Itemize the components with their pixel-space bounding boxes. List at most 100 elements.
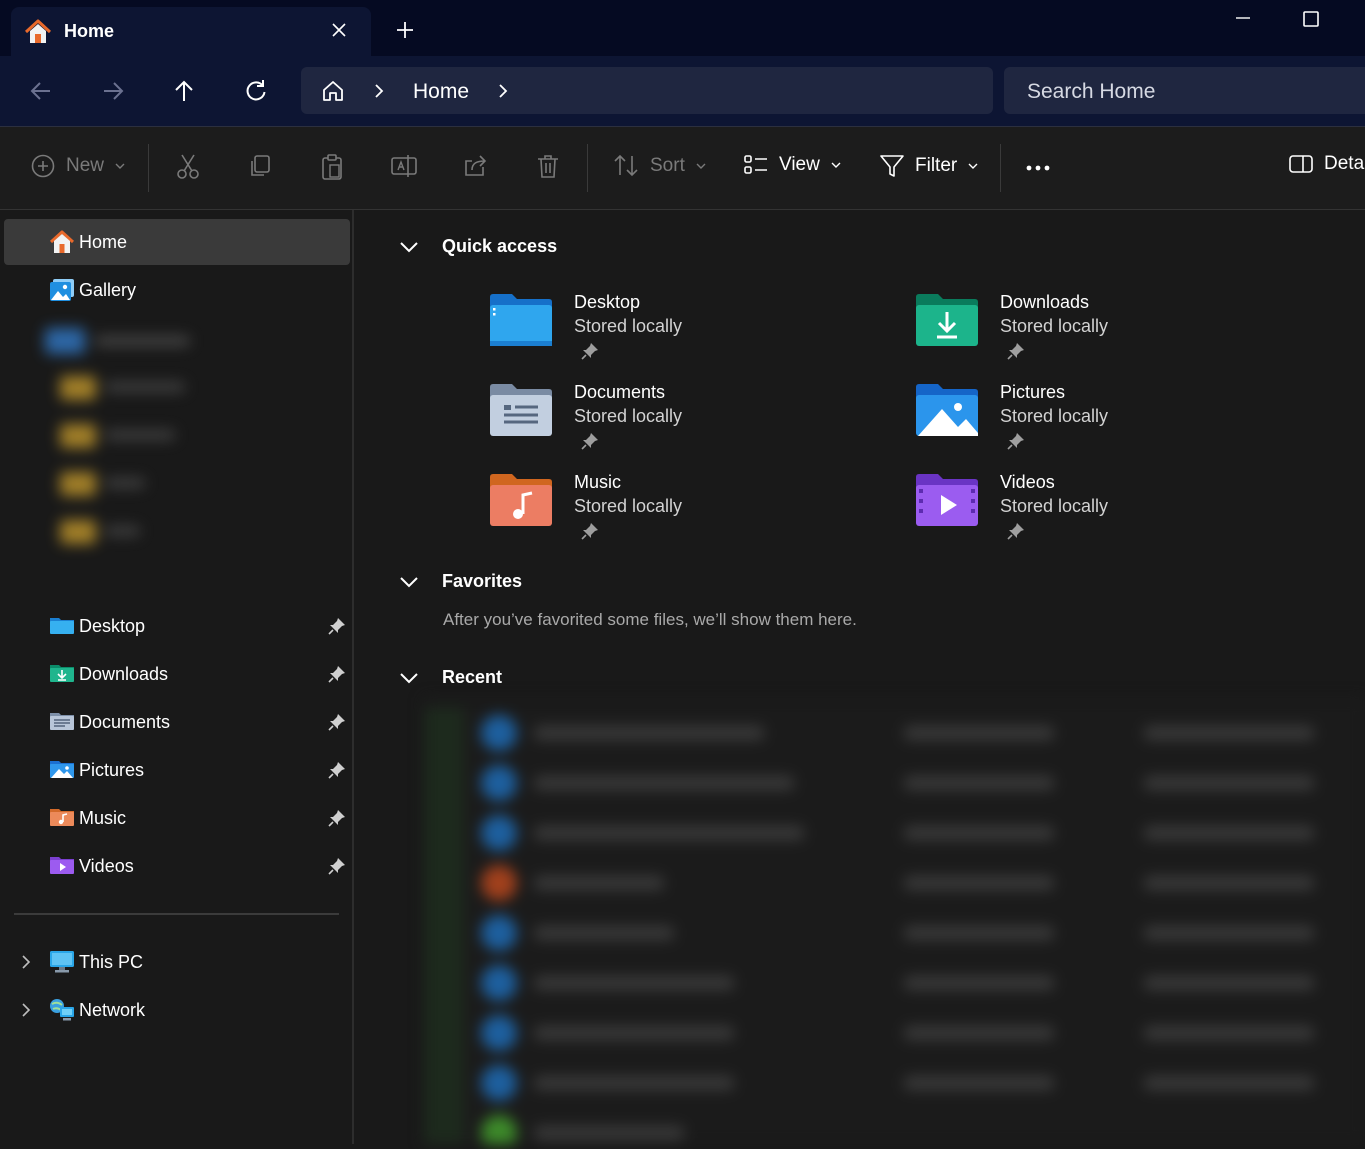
pin-icon[interactable]: [328, 809, 346, 832]
chevron-down-icon: [400, 672, 418, 683]
sidebar-divider: [14, 913, 339, 915]
sidebar-item-network[interactable]: Network: [4, 987, 350, 1033]
pin-icon: [581, 432, 599, 455]
section-quick-access[interactable]: Quick access: [398, 236, 557, 257]
home-icon: [49, 230, 75, 259]
filter-button[interactable]: Filter: [879, 153, 979, 179]
sidebar-item-pictures[interactable]: Pictures: [4, 747, 350, 793]
favorites-empty-message: After you’ve favorited some files, we’ll…: [443, 610, 857, 629]
chevron-right-icon[interactable]: [20, 1002, 32, 1023]
pin-icon[interactable]: [328, 617, 346, 640]
search-placeholder: Search Home: [1027, 80, 1156, 103]
more-icon[interactable]: [1025, 153, 1053, 179]
sidebar-item-documents[interactable]: Documents: [4, 699, 350, 745]
section-title: Recent: [442, 667, 503, 687]
chevron-down-icon: [968, 163, 978, 169]
sidebar-item-home[interactable]: Home: [4, 219, 350, 265]
pictures-folder-icon: [49, 758, 75, 785]
item-status: Stored locally: [1000, 316, 1109, 336]
quick-access-item[interactable]: Pictures Stored locally: [914, 381, 1294, 461]
blurred-recent-files: [424, 698, 1364, 1149]
pin-icon: [581, 342, 599, 365]
forward-arrow-icon[interactable]: [100, 78, 126, 109]
pin-icon[interactable]: [328, 761, 346, 784]
section-recent[interactable]: Recent: [398, 667, 502, 688]
sidebar-item-this-pc[interactable]: This PC: [4, 939, 350, 985]
delete-icon[interactable]: [536, 153, 560, 179]
item-status: Stored locally: [1000, 406, 1109, 426]
quick-access-item[interactable]: Videos Stored locally: [914, 471, 1294, 551]
chevron-down-icon: [400, 241, 418, 252]
section-favorites[interactable]: Favorites: [398, 571, 522, 592]
refresh-icon[interactable]: [243, 78, 269, 109]
sidebar-item-gallery[interactable]: Gallery: [4, 267, 350, 313]
filter-label: Filter: [915, 155, 958, 176]
sidebar-item-label: Pictures: [79, 760, 145, 780]
item-name: Videos: [1000, 472, 1055, 492]
desktop-folder-icon: [488, 291, 554, 354]
close-icon[interactable]: [329, 20, 349, 45]
back-arrow-icon[interactable]: [28, 78, 54, 109]
new-button[interactable]: New: [30, 153, 126, 179]
music-folder-icon: [488, 471, 554, 534]
paste-icon[interactable]: [319, 153, 345, 181]
view-icon: [744, 155, 767, 174]
pin-icon[interactable]: [328, 713, 346, 736]
sidebar-item-label: Desktop: [79, 616, 146, 636]
quick-access-item[interactable]: Desktop Stored locally: [488, 291, 868, 371]
section-title: Favorites: [442, 571, 523, 591]
chevron-down-icon: [696, 163, 706, 169]
details-pane-icon: [1289, 155, 1313, 173]
music-folder-icon: [49, 806, 75, 833]
command-bar: New Sort View Filter Details: [0, 127, 1365, 210]
main-content: Quick access Desktop Stored locally Down…: [354, 210, 1365, 1149]
downloads-folder-icon: [49, 662, 75, 689]
sidebar-item-videos[interactable]: Videos: [4, 843, 350, 889]
breadcrumb-home[interactable]: Home: [413, 80, 469, 104]
sidebar-item-desktop[interactable]: Desktop: [4, 603, 350, 649]
chevron-right-icon[interactable]: [495, 82, 511, 105]
item-status: Stored locally: [574, 496, 683, 516]
details-button[interactable]: Details: [1288, 153, 1365, 175]
chevron-right-icon[interactable]: [371, 82, 387, 105]
title-bar: Home: [0, 0, 1365, 56]
sidebar-item-label: Music: [79, 808, 127, 828]
cut-icon[interactable]: [175, 153, 201, 181]
sidebar-item-downloads[interactable]: Downloads: [4, 651, 350, 697]
item-status: Stored locally: [574, 316, 683, 336]
tab-home[interactable]: Home: [11, 7, 371, 56]
share-icon[interactable]: [463, 153, 489, 179]
item-status: Stored locally: [574, 406, 683, 426]
sidebar-item-label: Home: [79, 232, 128, 252]
chevron-right-icon[interactable]: [20, 954, 32, 975]
maximize-icon[interactable]: [1302, 10, 1320, 33]
toolbar-divider: [148, 144, 149, 192]
pin-icon: [581, 522, 599, 545]
up-arrow-icon[interactable]: [171, 78, 197, 109]
view-button[interactable]: View: [743, 153, 842, 177]
downloads-folder-icon: [914, 291, 980, 354]
search-input[interactable]: Search Home: [1004, 67, 1365, 114]
sidebar-item-label: Videos: [79, 856, 134, 876]
chevron-down-icon: [115, 163, 125, 169]
item-name: Music: [574, 472, 622, 492]
plus-circle-icon: [31, 154, 55, 178]
sidebar-item-music[interactable]: Music: [4, 795, 350, 841]
home-icon[interactable]: [321, 79, 345, 108]
rename-icon[interactable]: [390, 153, 418, 179]
navigation-bar: Home Search Home: [0, 56, 1365, 127]
quick-access-item[interactable]: Downloads Stored locally: [914, 291, 1294, 371]
minimize-icon[interactable]: [1233, 8, 1253, 33]
plus-icon[interactable]: [395, 20, 415, 45]
sidebar-item-label: Network: [79, 1000, 146, 1020]
pin-icon[interactable]: [328, 665, 346, 688]
tab-title: Home: [64, 21, 115, 41]
quick-access-item[interactable]: Music Stored locally: [488, 471, 868, 551]
copy-icon[interactable]: [247, 153, 273, 179]
pin-icon[interactable]: [328, 857, 346, 880]
home-icon: [24, 19, 52, 50]
quick-access-item[interactable]: Documents Stored locally: [488, 381, 868, 461]
videos-folder-icon: [49, 854, 75, 881]
sort-button[interactable]: Sort: [612, 153, 707, 179]
address-bar[interactable]: Home: [301, 67, 993, 114]
